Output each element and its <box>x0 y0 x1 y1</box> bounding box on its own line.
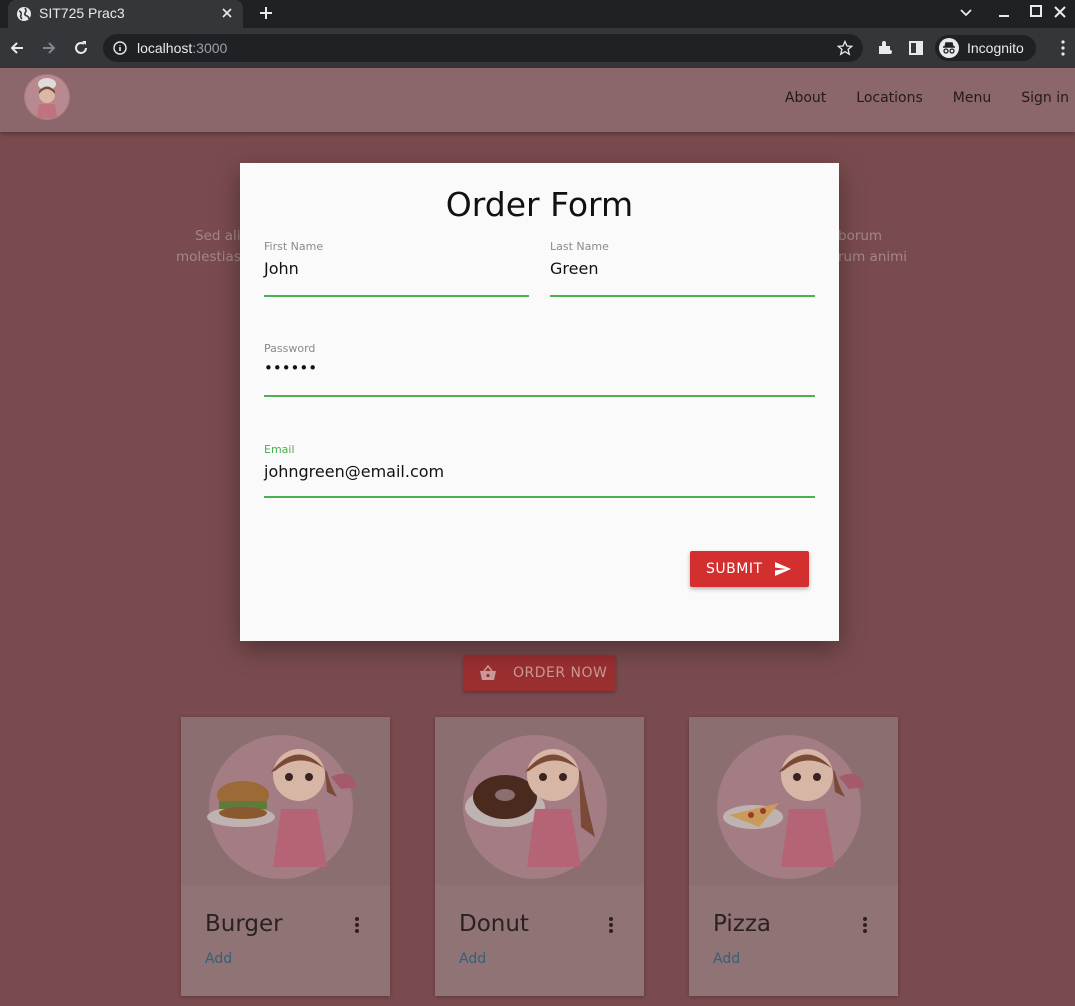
more-vert-icon[interactable] <box>862 916 868 934</box>
food-card-burger: Burger Add <box>181 717 390 996</box>
food-card-donut: Donut Add <box>435 717 644 996</box>
nav-links: About Locations Menu Sign in <box>755 90 1069 106</box>
password-input[interactable]: •••••• <box>264 359 317 377</box>
bookmark-star-icon[interactable] <box>837 40 853 56</box>
profile-label: Incognito <box>967 40 1024 56</box>
password-label: Password <box>264 342 316 355</box>
nav-link-locations[interactable]: Locations <box>856 90 923 106</box>
first-name-label: First Name <box>264 240 324 253</box>
tab-title: SIT725 Prac3 <box>39 5 125 21</box>
last-name-field[interactable]: Last Name Green <box>550 240 815 298</box>
last-name-underline <box>550 295 815 297</box>
background-text: rum animi <box>838 249 908 265</box>
reload-icon[interactable] <box>72 39 90 57</box>
globe-icon <box>17 7 31 21</box>
email-underline <box>264 496 815 498</box>
card-add-link[interactable]: Add <box>459 951 486 967</box>
new-tab-icon[interactable] <box>257 4 275 22</box>
donut-illustration <box>435 717 644 885</box>
url-text: localhost:3000 <box>137 40 227 56</box>
submit-button[interactable]: SUBMIT <box>690 551 809 587</box>
send-icon <box>775 562 791 576</box>
email-input[interactable]: johngreen@email.com <box>264 462 444 481</box>
site-info-icon[interactable] <box>113 41 127 55</box>
more-menu-icon[interactable] <box>1054 39 1072 57</box>
order-form-modal: Order Form First Name John Last Name Gre… <box>240 163 839 641</box>
extensions-icon[interactable] <box>876 39 894 57</box>
forward-icon[interactable] <box>40 39 58 57</box>
first-name-input[interactable]: John <box>264 259 299 278</box>
incognito-icon <box>939 38 959 58</box>
nav-link-about[interactable]: About <box>785 90 826 106</box>
pizza-illustration <box>689 717 898 885</box>
side-panel-icon[interactable] <box>907 39 925 57</box>
last-name-input[interactable]: Green <box>550 259 598 278</box>
site-navbar: About Locations Menu Sign in <box>0 68 1075 132</box>
close-tab-icon[interactable] <box>219 5 235 21</box>
url-port: :3000 <box>192 40 228 56</box>
maximize-icon[interactable] <box>1028 4 1044 20</box>
address-bar[interactable]: localhost:3000 <box>103 34 863 62</box>
email-label: Email <box>264 443 295 456</box>
card-add-link[interactable]: Add <box>205 951 232 967</box>
card-title: Pizza <box>713 911 771 937</box>
basket-icon <box>480 664 496 680</box>
chef-logo[interactable] <box>24 74 70 120</box>
minimize-icon[interactable] <box>996 4 1012 20</box>
browser-tab[interactable]: SIT725 Prac3 <box>8 0 243 28</box>
card-title: Burger <box>205 911 283 937</box>
submit-label: SUBMIT <box>706 561 763 577</box>
window-close-icon[interactable] <box>1052 4 1068 20</box>
browser-tab-strip: SIT725 Prac3 <box>0 0 1075 28</box>
background-text: molestias <box>176 249 241 265</box>
nav-link-menu[interactable]: Menu <box>953 90 991 106</box>
card-add-link[interactable]: Add <box>713 951 740 967</box>
background-text: borum <box>838 228 883 244</box>
incognito-profile-button[interactable]: Incognito <box>935 35 1036 61</box>
order-now-button[interactable]: ORDER NOW <box>463 655 616 691</box>
back-icon[interactable] <box>8 39 26 57</box>
email-field[interactable]: Email johngreen@email.com <box>264 443 815 499</box>
order-now-label: ORDER NOW <box>513 665 608 681</box>
nav-link-sign-in[interactable]: Sign in <box>1021 90 1069 106</box>
password-underline <box>264 395 815 397</box>
more-vert-icon[interactable] <box>608 916 614 934</box>
first-name-underline <box>264 295 529 297</box>
modal-title: Order Form <box>445 185 634 224</box>
food-card-pizza: Pizza Add <box>689 717 898 996</box>
more-vert-icon[interactable] <box>354 916 360 934</box>
password-field[interactable]: Password •••••• <box>264 342 815 398</box>
background-text: Sed ali <box>195 228 241 244</box>
url-host: localhost <box>137 40 193 56</box>
burger-illustration <box>181 717 390 885</box>
tab-search-chevron-icon[interactable] <box>958 4 974 20</box>
last-name-label: Last Name <box>550 240 609 253</box>
card-title: Donut <box>459 911 529 937</box>
first-name-field[interactable]: First Name John <box>264 240 529 298</box>
browser-toolbar: localhost:3000 Incognito <box>0 28 1075 68</box>
